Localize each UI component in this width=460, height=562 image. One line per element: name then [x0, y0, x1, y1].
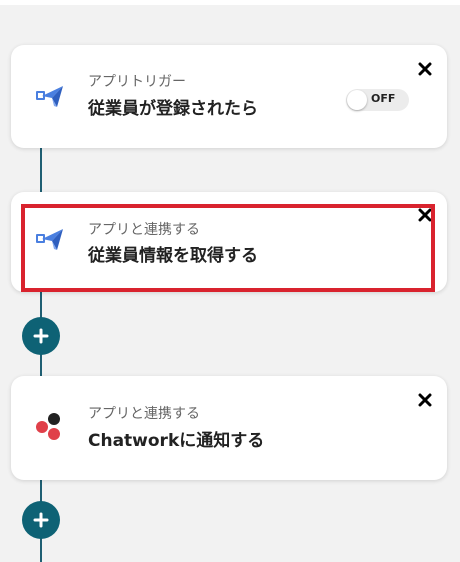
step-title: 従業員が登録されたら — [88, 99, 258, 119]
top-strip — [0, 0, 460, 5]
plus-icon — [33, 512, 49, 528]
step-subtitle: アプリトリガー — [88, 74, 186, 90]
chatwork-step-card[interactable]: アプリと連携する Chatworkに通知する — [11, 376, 447, 480]
flow-connector — [40, 480, 42, 502]
toggle-knob — [347, 90, 367, 110]
flow-connector — [40, 538, 42, 562]
step-subtitle: アプリと連携する — [88, 222, 200, 238]
flow-connector — [40, 292, 42, 320]
flow-connector — [40, 352, 42, 376]
step-subtitle: アプリと連携する — [88, 406, 200, 422]
close-icon[interactable] — [418, 393, 432, 407]
step-title: Chatworkに通知する — [88, 431, 265, 451]
plus-icon — [33, 328, 49, 344]
trigger-toggle[interactable]: OFF — [346, 89, 409, 111]
flow-connector — [40, 148, 42, 192]
paper-plane-app-icon — [36, 86, 63, 107]
trigger-step-card[interactable]: アプリトリガー 従業員が登録されたら OFF — [11, 45, 447, 148]
add-step-button[interactable] — [22, 501, 60, 539]
toggle-label: OFF — [371, 92, 396, 105]
workflow-canvas: アプリトリガー 従業員が登録されたら OFF アプリと連携する 従業員情報を取得… — [0, 0, 460, 562]
action-step-card[interactable]: アプリと連携する 従業員情報を取得する — [11, 192, 447, 292]
close-icon[interactable] — [418, 62, 432, 76]
add-step-button[interactable] — [22, 317, 60, 355]
paper-plane-app-icon — [36, 229, 63, 250]
chatwork-icon — [36, 413, 60, 440]
close-icon[interactable] — [418, 208, 432, 222]
step-title: 従業員情報を取得する — [88, 246, 258, 266]
